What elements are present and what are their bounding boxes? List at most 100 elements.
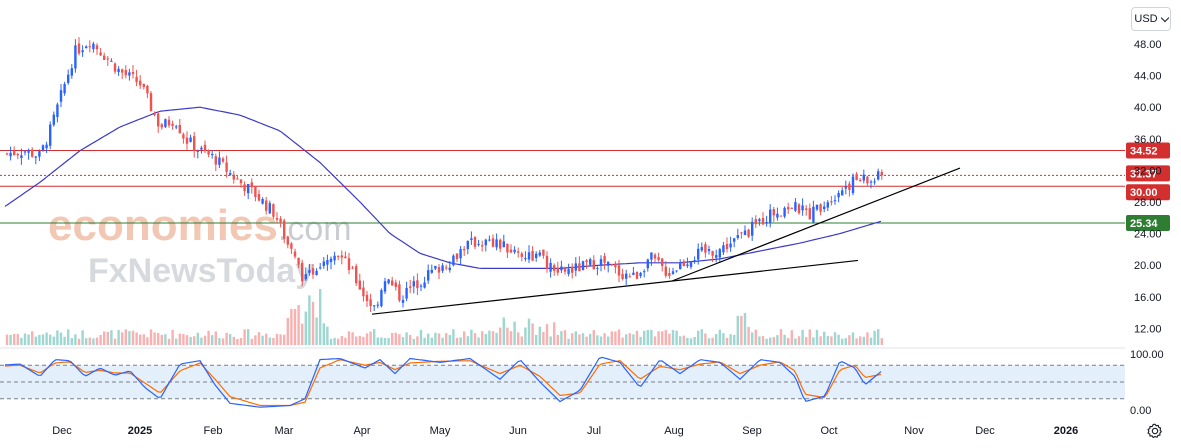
candle-body [225,162,228,172]
volume-bar [740,315,743,345]
volume-bar [113,338,117,345]
volume-bar [275,333,279,345]
volume-bar [567,338,570,345]
candle-body [247,183,250,194]
currency-selector[interactable]: USD [1131,7,1171,31]
candle-body [812,206,815,223]
volume-bar [286,318,289,345]
volume-bar [470,329,473,345]
candle-body [203,144,207,151]
volume-bar [38,334,41,345]
volume-bar [243,329,246,345]
candle-body [257,194,261,201]
volume-bar [142,334,145,345]
candle-body [326,260,329,265]
volume-bar [41,334,45,345]
time-tick-Jun: Jun [509,425,527,437]
candle-body [707,249,711,252]
time-axis[interactable]: Dec 2025 Feb Mar Apr May Jun Jul Aug Sep Oct Nov Dec… [52,425,1078,437]
volume-bar [77,338,81,345]
candle-body [171,123,174,126]
candle-body [758,219,761,222]
volume-bar [812,337,815,345]
candle-body [279,218,282,223]
candle-body [412,281,415,287]
volume-bar [520,336,523,345]
volume-bar [571,333,574,345]
volume-bar [441,337,444,345]
candle-body [178,124,181,134]
candle-body [311,268,315,275]
volume-bar [257,332,261,345]
candle-body [517,251,520,253]
volume-bar [70,338,73,345]
time-tick-Dec: Dec [52,425,72,437]
time-tick-Nov: Nov [904,425,924,437]
candle-body [423,282,426,288]
candle-body [52,114,55,125]
volume-bar [614,331,617,345]
volume-bar [437,333,441,345]
candle-body [229,173,232,175]
volume-bar [830,336,833,345]
candle-body [826,202,829,208]
volume-bar [92,338,95,345]
volume-bar [808,329,811,345]
candle-body [445,267,448,269]
volume-bar [23,333,27,345]
volume-bar [74,334,77,345]
price-chart[interactable]: economies.com FxNewsToday 34.5231.3730.0… [0,0,1181,448]
candle-body [243,184,246,192]
candle-body [653,254,657,259]
volume-bar [506,327,509,345]
volume-bar [283,334,286,345]
candle-body [160,124,163,128]
candle-body [484,239,487,246]
volume-bar [452,329,455,345]
volume-bar [693,336,696,345]
volume-bar [164,334,167,345]
candle-body [113,63,117,72]
candle-body [524,258,527,260]
volume-bar [261,335,264,345]
volume-bar [387,338,390,345]
volume-bar [725,337,729,345]
volume-bar [311,301,315,345]
candle-body [391,280,394,286]
volume-bar [88,337,91,345]
candle-body [448,267,451,271]
volume-bar [63,336,66,345]
candle-body [329,258,333,263]
candle-body [236,178,239,180]
volume-bar [862,336,865,345]
candle-body [783,207,786,217]
candle-body [373,305,376,307]
candle-body [801,205,804,211]
volume-bar [473,333,477,345]
volume-bar [272,337,275,345]
volume-bar [779,329,783,345]
candle-body [545,255,549,270]
candle-body [747,229,750,237]
candle-body [167,119,171,126]
volume-bar [653,336,657,345]
candle-body [74,45,77,69]
candle-body [103,55,106,60]
volume-bar [718,329,721,345]
candle-body [743,230,747,236]
candle-body [553,265,556,271]
candle-body [873,181,876,183]
volume-bar [682,335,685,345]
candle-body [459,249,462,259]
candle-body [250,182,253,188]
price-axis[interactable]: 48.00 44.00 40.00 36.00 32.00 28.00 24.00 20.00… [1130,39,1164,417]
volume-bar [301,323,304,345]
volume-bar [149,329,153,345]
volume-bar [81,330,84,345]
settings-gear-icon[interactable] [1146,422,1164,440]
candle-body [823,206,826,210]
candle-body [13,151,16,156]
volume-bar [95,337,99,345]
candle-body [675,270,678,272]
candle-body [477,243,480,245]
